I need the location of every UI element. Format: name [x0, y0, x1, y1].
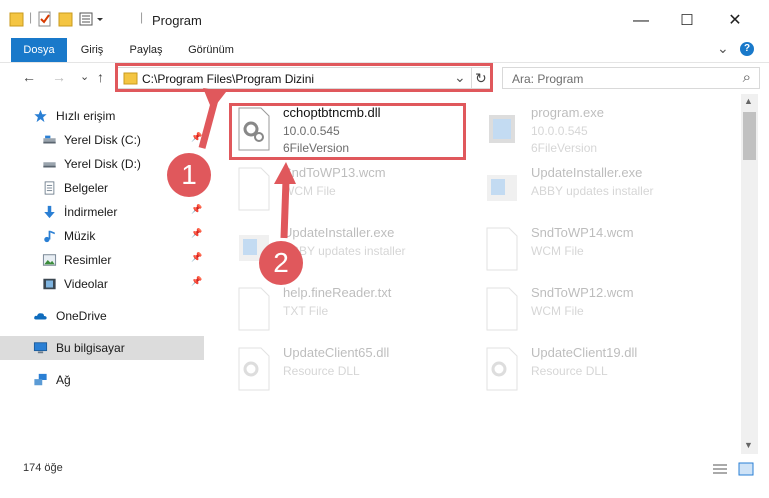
step-badge-2: 2: [259, 241, 303, 285]
arrow-2: [280, 179, 290, 239]
arrowhead-1: [203, 88, 226, 110]
arrowhead-2: [274, 162, 296, 184]
step-badge-1: 1: [167, 153, 211, 197]
instruction-arrows: [198, 88, 296, 239]
